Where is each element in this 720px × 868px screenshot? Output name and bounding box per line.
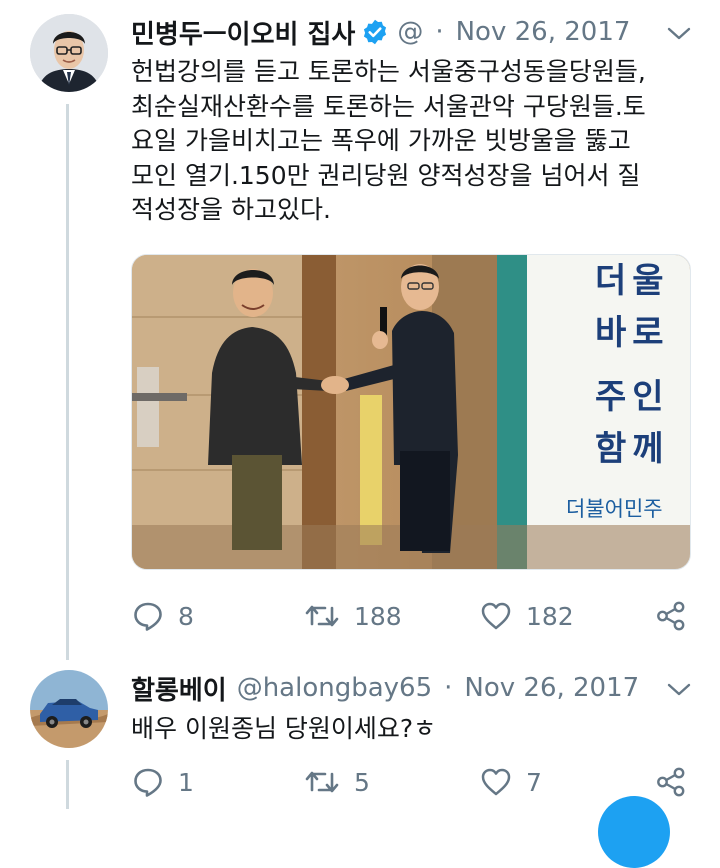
reply-text: 배우 이원종님 당원이세요?ㅎ (131, 714, 437, 743)
banner-char: 인 (632, 377, 664, 417)
tweet-text: 헌법강의를 듣고 토론하는 서울중구성동을당원들, 최순실재산환수를 토론하는 … (131, 55, 646, 228)
like-count: 7 (526, 767, 542, 797)
reply-icon (134, 602, 162, 631)
reply-count: 1 (178, 767, 194, 797)
retweet-icon (305, 605, 339, 627)
reply-author-handle[interactable]: @halongbay65 (237, 673, 432, 703)
heart-icon (481, 768, 511, 796)
reply-author-name[interactable]: 할롱베이 (131, 670, 227, 707)
chevron-down-icon[interactable] (665, 680, 693, 700)
share-button[interactable] (655, 766, 687, 798)
author-name[interactable]: 민병두ㅡ이오비 집사 (131, 14, 355, 51)
share-icon (657, 601, 685, 631)
chevron-down-icon[interactable] (665, 24, 693, 44)
banner-char: 주 (595, 377, 627, 417)
author-avatar[interactable] (30, 14, 108, 92)
banner-char: 함 (595, 429, 627, 469)
banner-char: 로 (632, 313, 664, 353)
compose-fab[interactable] (598, 796, 670, 868)
reply-icon (134, 768, 162, 797)
like-button[interactable]: 182 (480, 601, 574, 631)
tweet-header: 민병두ㅡ이오비 집사 @ · Nov 26, 2017 (131, 14, 630, 50)
reply-date[interactable]: Nov 26, 2017 (464, 673, 639, 703)
tweet-text-line: 적성장을 하고있다. (131, 195, 331, 224)
share-icon (657, 767, 685, 797)
banner-char: 께 (632, 429, 664, 469)
thread-line (66, 760, 69, 809)
retweet-count: 5 (354, 767, 370, 797)
banner-char: 바 (595, 313, 627, 353)
author-handle[interactable]: @ (397, 17, 423, 47)
banner-footer: 더불어민주 (566, 497, 663, 521)
separator-dot: · (444, 673, 453, 703)
retweet-count: 188 (354, 601, 402, 631)
verified-badge-icon (361, 18, 389, 46)
tweet-date[interactable]: Nov 26, 2017 (456, 17, 631, 47)
banner-text: 더 울 바 로 주 인 함 께 (595, 255, 687, 485)
like-count: 182 (526, 601, 574, 631)
tweet-text-line: 최순실재산환수를 토론하는 서울관악 구당원들.토 (131, 91, 646, 121)
reply-button[interactable]: 1 (132, 766, 194, 798)
heart-icon (481, 602, 511, 630)
reply-author-avatar[interactable] (30, 670, 108, 748)
like-button[interactable]: 7 (480, 767, 542, 797)
reply-actions: 1 5 7 (132, 762, 692, 802)
reply-button[interactable]: 8 (132, 600, 194, 632)
reply-header: 할롱베이 @halongbay65 · Nov 26, 2017 (131, 670, 639, 706)
tweet-text-line: 모인 열기.150만 권리당원 양적성장을 넘어서 질 (131, 160, 641, 190)
banner-char: 더 (595, 261, 627, 301)
tweet-text-line: 헌법강의를 듣고 토론하는 서울중구성동을당원들, (131, 57, 646, 86)
tweet-photo[interactable]: 더 울 바 로 주 인 함 께 더불어민주 (131, 254, 691, 570)
retweet-button[interactable]: 188 (304, 600, 402, 632)
thread-line (66, 104, 69, 660)
retweet-button[interactable]: 5 (304, 766, 370, 798)
reply-count: 8 (178, 601, 194, 631)
separator-dot: · (435, 17, 444, 47)
retweet-icon (305, 771, 339, 793)
share-button[interactable] (655, 600, 687, 632)
tweet-actions: 8 188 182 (132, 596, 692, 636)
tweet-text-line: 요일 가을비치고는 폭우에 가까운 빗방울을 뚫고 (131, 126, 631, 155)
banner-char: 울 (632, 261, 664, 301)
